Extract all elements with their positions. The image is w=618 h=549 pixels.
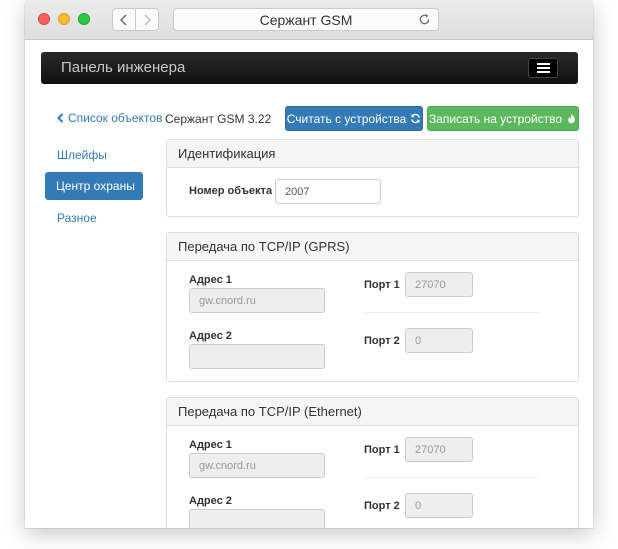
gprs-panel: Передача по TCP/IP (GPRS) Адрес 1 gw.cno… [166, 232, 579, 382]
sidebar-item-monitoring-center[interactable]: Центр охраны [45, 172, 143, 200]
gprs-port2-input[interactable]: 0 [405, 328, 473, 353]
page-content: Панель инженера Список объектов Шлейфы Ц… [25, 41, 593, 528]
ethernet-address2-input[interactable] [189, 509, 325, 528]
chevron-left-icon [119, 13, 127, 26]
gprs-address2-input[interactable] [189, 344, 325, 369]
browser-titlebar: Сержант GSM [25, 0, 593, 40]
maximize-window-button[interactable] [78, 13, 90, 25]
flame-icon [568, 113, 575, 124]
identification-heading: Идентификация [167, 140, 578, 168]
gprs-address2-label: Адрес 2 [189, 330, 232, 342]
app-brand[interactable]: Панель инженера [61, 59, 185, 76]
chevron-right-icon [144, 13, 152, 26]
hamburger-icon [536, 63, 550, 65]
object-number-input[interactable]: 2007 [275, 179, 381, 204]
page-title: Сержант GSM [259, 11, 353, 28]
sidebar-item-loops[interactable]: Шлейфы [57, 148, 107, 162]
minimize-window-button[interactable] [58, 13, 70, 25]
gprs-address1-label: Адрес 1 [189, 274, 232, 286]
ethernet-address1-label: Адрес 1 [189, 439, 232, 451]
browser-forward-button[interactable] [135, 8, 159, 31]
device-model-label: Сержант GSM 3.22 [165, 112, 272, 126]
back-link-label: Список объектов [68, 111, 163, 125]
sidebar-item-misc[interactable]: Разное [57, 211, 97, 225]
chevron-left-icon [57, 113, 64, 123]
address-bar[interactable]: Сержант GSM [173, 8, 439, 31]
hamburger-icon-bar [536, 67, 550, 69]
object-number-label: Номер объекта [189, 185, 273, 197]
ethernet-address2-label: Адрес 2 [189, 495, 232, 507]
browser-window: Сержант GSM Панель инженера Список объек… [25, 0, 593, 528]
gprs-port1-label: Порт 1 [364, 279, 400, 291]
read-button-label: Считать с устройства [286, 111, 407, 126]
menu-toggle-button[interactable] [528, 58, 558, 78]
reload-icon[interactable] [418, 13, 431, 26]
gprs-port1-input[interactable]: 27070 [405, 272, 473, 297]
ethernet-port2-input[interactable]: 0 [405, 493, 473, 518]
gprs-port2-label: Порт 2 [364, 335, 400, 347]
refresh-icon [411, 113, 421, 124]
ethernet-port1-label: Порт 1 [364, 444, 400, 456]
gprs-port-divider [364, 312, 539, 313]
app-navbar: Панель инженера [41, 52, 578, 84]
hamburger-icon-bar [536, 71, 550, 73]
read-from-device-button[interactable]: Считать с устройства [285, 106, 423, 131]
write-button-label: Записать на устройство [428, 111, 563, 126]
ethernet-port-divider [364, 477, 539, 478]
ethernet-heading: Передача по TCP/IP (Ethernet) [167, 398, 578, 426]
identification-panel: Идентификация Номер объекта 2007 [166, 139, 579, 217]
back-to-objects-link[interactable]: Список объектов [57, 111, 162, 125]
ethernet-port1-input[interactable]: 27070 [405, 437, 473, 462]
write-to-device-button[interactable]: Записать на устройство [427, 106, 579, 131]
ethernet-port2-label: Порт 2 [364, 500, 400, 512]
ethernet-address1-input[interactable]: gw.cnord.ru [189, 453, 325, 478]
close-window-button[interactable] [38, 13, 50, 25]
gprs-address1-input[interactable]: gw.cnord.ru [189, 288, 325, 313]
browser-back-button[interactable] [112, 8, 136, 31]
gprs-heading: Передача по TCP/IP (GPRS) [167, 233, 578, 261]
ethernet-panel: Передача по TCP/IP (Ethernet) Адрес 1 gw… [166, 397, 579, 528]
